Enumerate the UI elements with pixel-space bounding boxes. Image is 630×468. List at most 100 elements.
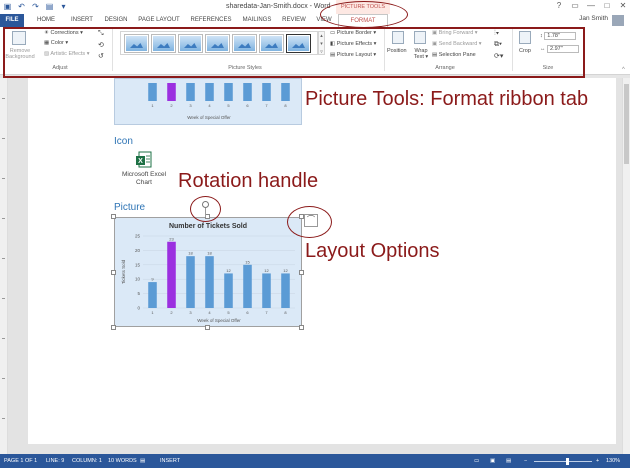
resize-handle[interactable]: [111, 214, 116, 219]
top-chart-picture[interactable]: 1 2 3 4 5 6 7 8 Week of Special Offer: [114, 78, 302, 125]
save-icon[interactable]: ▣: [3, 2, 12, 11]
svg-text:X: X: [138, 158, 143, 165]
top-chart-x-tick: 5: [227, 103, 230, 108]
data-label: 18: [188, 251, 193, 256]
avatar[interactable]: [612, 15, 624, 26]
excel-chart-icon[interactable]: X: [136, 151, 152, 169]
y-tick-label: 5: [137, 291, 140, 296]
top-chart-x-tick: 7: [265, 103, 268, 108]
picture-heading: Picture: [114, 202, 146, 213]
minimize-icon[interactable]: —: [586, 1, 596, 10]
chart-svg: 051015202591232183184125156127128Week of…: [121, 234, 295, 323]
resize-handle[interactable]: [205, 325, 210, 330]
x-axis-label: Week of Special Offer: [197, 318, 241, 323]
tab-review[interactable]: REVIEW: [278, 14, 310, 27]
maximize-icon[interactable]: □: [602, 1, 612, 10]
top-chart-bar: [205, 83, 214, 101]
status-column[interactable]: COLUMN: 1: [72, 458, 102, 464]
resize-handle[interactable]: [299, 325, 304, 330]
data-label: 23: [169, 236, 174, 241]
layout-callout: Layout Options: [305, 240, 440, 262]
ribbon-display-icon[interactable]: ▭: [570, 1, 580, 10]
data-label: 18: [207, 251, 212, 256]
rotation-callout: Rotation handle: [178, 170, 319, 192]
zoom-slider-knob[interactable]: [566, 458, 569, 465]
x-tick-label: 2: [170, 310, 173, 315]
x-tick-label: 4: [208, 310, 211, 315]
tab-insert[interactable]: INSERT: [66, 14, 98, 27]
tab-mailings[interactable]: MAILINGS: [238, 14, 276, 27]
chart-bar: [281, 273, 290, 308]
zoom-out-icon[interactable]: −: [524, 458, 527, 464]
data-label: 12: [226, 268, 231, 273]
collapse-ribbon-icon[interactable]: ^: [622, 67, 625, 73]
print-icon[interactable]: ▤: [45, 2, 54, 11]
tab-design[interactable]: DESIGN: [100, 14, 132, 27]
x-tick-label: 3: [189, 310, 192, 315]
status-mode[interactable]: INSERT: [160, 458, 180, 464]
top-chart-x-tick: 2: [170, 103, 173, 108]
document-area: [8, 78, 622, 454]
x-tick-label: 1: [151, 310, 154, 315]
ribbon-highlight-box: [3, 27, 585, 78]
zoom-in-icon[interactable]: +: [596, 458, 599, 464]
proofing-icon[interactable]: ▤: [140, 458, 145, 464]
redo-icon[interactable]: ↷: [31, 2, 40, 11]
chart-bar: [224, 273, 233, 308]
data-label: 12: [264, 268, 269, 273]
web-layout-icon[interactable]: ▤: [506, 458, 511, 464]
status-words[interactable]: 10 WORDS: [108, 458, 137, 464]
selected-chart-picture[interactable]: Number of Tickets Sold 0 5 10 15 20 25 9 1 23 2 18…: [114, 217, 302, 327]
icon-heading: Icon: [114, 136, 133, 147]
help-icon[interactable]: ?: [554, 1, 564, 10]
excel-chart-label[interactable]: Microsoft Excel Chart: [116, 171, 172, 187]
y-tick-label: 10: [135, 277, 141, 282]
window-controls: ? ▭ — □ ✕: [554, 1, 628, 10]
status-bar: PAGE 1 OF 1 LINE: 9 COLUMN: 1 10 WORDS ▤…: [0, 454, 630, 468]
status-page[interactable]: PAGE 1 OF 1: [4, 458, 37, 464]
top-chart-xlabel: Week of Special Offer: [187, 115, 231, 120]
chart-bar: [167, 241, 176, 308]
chart-bar: [186, 256, 195, 308]
ribbon-callout: Picture Tools: Format ribbon tab: [305, 88, 589, 110]
resize-handle[interactable]: [299, 270, 304, 275]
tab-page-layout[interactable]: PAGE LAYOUT: [134, 14, 184, 27]
top-chart-bar: [148, 83, 157, 101]
resize-handle[interactable]: [111, 270, 116, 275]
resize-handle[interactable]: [111, 325, 116, 330]
top-chart-bar: [281, 83, 290, 101]
y-tick-label: 0: [137, 306, 140, 311]
vertical-ruler: [0, 78, 8, 454]
undo-icon[interactable]: ↶: [17, 2, 26, 11]
close-icon[interactable]: ✕: [618, 1, 628, 10]
chart-bar: [205, 256, 214, 308]
zoom-level[interactable]: 130%: [606, 458, 620, 464]
customize-icon[interactable]: ▾: [59, 2, 68, 11]
chart-bar: [262, 273, 271, 308]
title-bar: ▣ ↶ ↷ ▤ ▾ sharedata-Jan-Smith.docx - Wor…: [0, 0, 630, 14]
layout-options-highlight: [287, 206, 332, 238]
top-chart-x-tick: 1: [151, 103, 154, 108]
read-mode-icon[interactable]: ▭: [474, 458, 479, 464]
print-layout-icon[interactable]: ▣: [490, 458, 495, 464]
y-axis-label: Tickets Sold: [121, 259, 126, 284]
vertical-scrollbar[interactable]: [622, 78, 630, 454]
scroll-thumb[interactable]: [624, 84, 629, 164]
y-tick-label: 20: [135, 248, 141, 253]
zoom-slider[interactable]: [534, 461, 592, 462]
window-title: sharedata-Jan-Smith.docx - Word: [226, 3, 331, 10]
status-line[interactable]: LINE: 9: [46, 458, 64, 464]
chart-bar: [148, 282, 157, 308]
data-label: 12: [283, 268, 288, 273]
tab-home[interactable]: HOME: [30, 14, 62, 27]
top-chart-bar: [186, 83, 195, 101]
tab-references[interactable]: REFERENCES: [186, 14, 236, 27]
tab-file[interactable]: FILE: [0, 14, 24, 27]
rotation-handle-highlight: [190, 196, 221, 222]
top-chart-bar: [243, 83, 252, 101]
y-tick-label: 25: [135, 234, 141, 239]
top-chart-x-tick: 6: [246, 103, 249, 108]
user-name[interactable]: Jan Smith: [579, 15, 608, 22]
top-chart-x-tick: 4: [208, 103, 211, 108]
top-chart-x-tick: 3: [189, 103, 192, 108]
